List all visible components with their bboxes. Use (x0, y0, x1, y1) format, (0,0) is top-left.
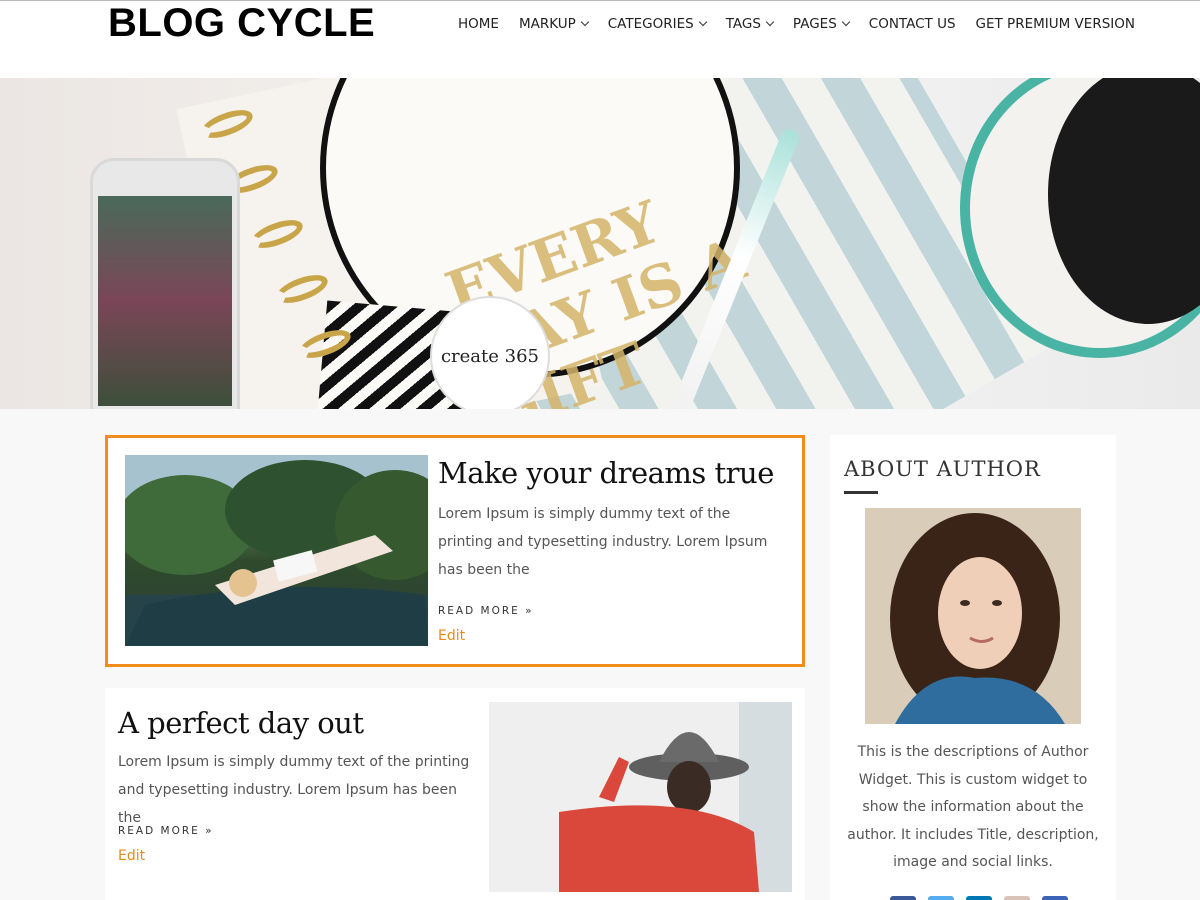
linkedin-icon[interactable] (966, 896, 992, 900)
chevron-down-icon (698, 17, 707, 27)
nav-item-tags[interactable]: TAGS (725, 16, 775, 32)
post-thumbnail[interactable] (489, 702, 792, 892)
post-title[interactable]: A perfect day out (118, 706, 364, 740)
nav-item-home[interactable]: HOME (458, 16, 499, 32)
chevron-down-icon (580, 17, 589, 27)
nav-item-contact-us[interactable]: CONTACT US (869, 16, 956, 32)
woman-in-hat-image (489, 702, 792, 892)
nav-label: GET PREMIUM VERSION (975, 16, 1135, 32)
post-card: Make your dreams true Lorem Ipsum is sim… (105, 435, 805, 667)
author-avatar (865, 508, 1081, 724)
chevron-down-icon (841, 17, 851, 27)
facebook-icon[interactable] (890, 896, 916, 900)
nav-item-categories[interactable]: CATEGORIES (607, 16, 707, 32)
site-logo[interactable]: BLOG CYCLE (108, 1, 375, 45)
post-excerpt: Lorem Ipsum is simply dummy text of the … (118, 754, 470, 826)
author-photo (865, 508, 1081, 724)
instagram-icon[interactable] (1004, 896, 1030, 900)
twitter-icon[interactable] (928, 896, 954, 900)
hero-phone-screen (98, 196, 232, 406)
nav-label: PAGES (792, 16, 837, 32)
hero-banner-image: EVERY DAY IS A GIFT create 365 (0, 78, 1200, 409)
read-more-link[interactable]: READ MORE » (438, 605, 534, 617)
post-card: A perfect day out Lorem Ipsum is simply … (105, 688, 805, 900)
edit-link[interactable]: Edit (438, 628, 465, 644)
nav-label: HOME (458, 16, 499, 32)
widget-title: ABOUT AUTHOR (844, 457, 1041, 481)
social-links (890, 896, 1068, 900)
woman-on-car-image (125, 455, 428, 646)
sidebar-about-author-widget: ABOUT AUTHOR This is the descriptions of… (830, 435, 1116, 900)
chevron-down-icon (765, 17, 775, 27)
hero-create365-badge: create 365 (430, 296, 550, 409)
nav-label: MARKUP (518, 16, 576, 32)
pinterest-icon[interactable] (1042, 896, 1068, 900)
nav-label: TAGS (725, 16, 761, 32)
nav-label: CONTACT US (868, 16, 956, 32)
post-title[interactable]: Make your dreams true (438, 456, 774, 490)
site-header: BLOG CYCLE HOME MARKUP CATEGORIES TAGS P… (0, 0, 1200, 78)
read-more-link[interactable]: READ MORE » (118, 825, 214, 837)
edit-link[interactable]: Edit (118, 848, 145, 864)
post-thumbnail[interactable] (125, 455, 428, 646)
nav-item-get-premium[interactable]: GET PREMIUM VERSION (976, 16, 1135, 32)
nav-item-pages[interactable]: PAGES (792, 16, 851, 32)
nav-label: CATEGORIES (607, 16, 694, 32)
post-excerpt: Lorem Ipsum is simply dummy text of the … (438, 506, 768, 578)
main-nav: HOME MARKUP CATEGORIES TAGS PAGES CONTAC… (458, 16, 1135, 32)
nav-item-markup[interactable]: MARKUP (518, 16, 589, 32)
widget-title-underline (844, 491, 878, 494)
author-description: This is the descriptions of Author Widge… (847, 744, 1099, 871)
